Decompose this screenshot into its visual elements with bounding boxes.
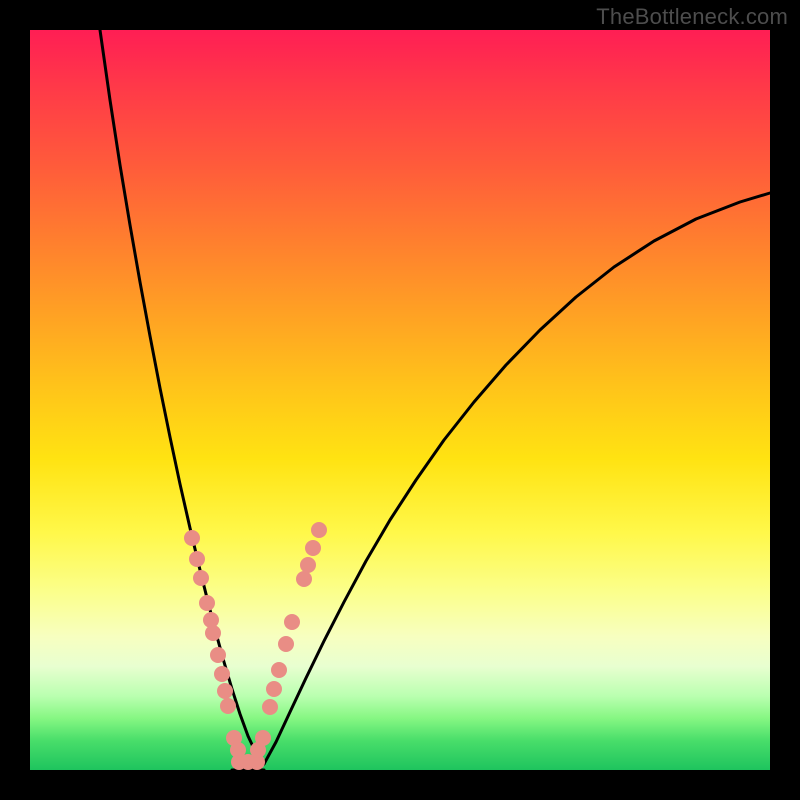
marker-dot [189, 551, 205, 567]
marker-dot [214, 666, 230, 682]
curve-group [100, 30, 770, 770]
marker-dot [262, 699, 278, 715]
series-left-curve [100, 30, 264, 764]
series-right-curve [264, 193, 770, 764]
marker-dot [217, 683, 233, 699]
marker-dot [278, 636, 294, 652]
watermark-text: TheBottleneck.com [596, 4, 788, 30]
marker-dot [220, 698, 236, 714]
marker-dot [255, 730, 271, 746]
curve-layer [30, 30, 770, 770]
markers-group [184, 522, 327, 770]
marker-dot [311, 522, 327, 538]
chart-frame: TheBottleneck.com [0, 0, 800, 800]
marker-dot [193, 570, 209, 586]
marker-dot [205, 625, 221, 641]
marker-dot [210, 647, 226, 663]
marker-dot [300, 557, 316, 573]
plot-area [30, 30, 770, 770]
marker-dot [184, 530, 200, 546]
marker-dot [284, 614, 300, 630]
marker-dot [296, 571, 312, 587]
marker-dot [199, 595, 215, 611]
marker-dot [305, 540, 321, 556]
marker-dot [266, 681, 282, 697]
marker-dot [271, 662, 287, 678]
